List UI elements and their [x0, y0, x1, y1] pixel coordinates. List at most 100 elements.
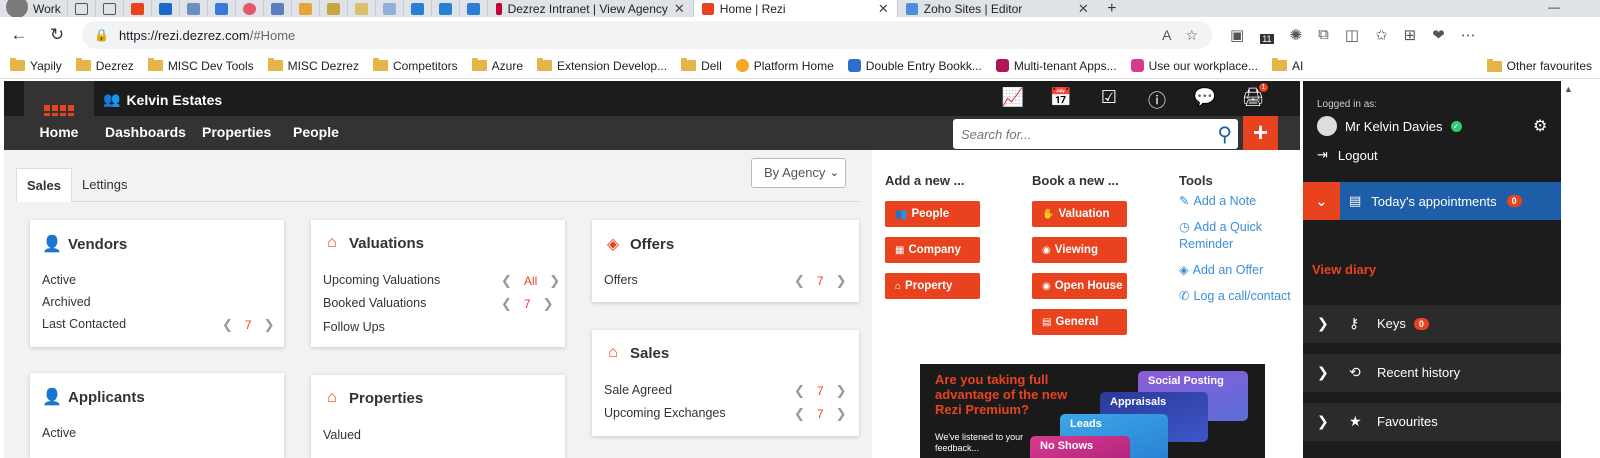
pinned-tab-13[interactable] [458, 0, 487, 17]
new-tab-button[interactable]: + [1097, 0, 1127, 17]
add-people-button[interactable]: 👥 People [885, 201, 980, 227]
performance-icon[interactable]: ❤ [1432, 26, 1445, 44]
booked-valuations[interactable]: Booked Valuations [323, 296, 426, 310]
bookmark-competitors[interactable]: Competitors [372, 58, 458, 73]
bookmark-use-our-workplace[interactable]: Use our workplace... [1130, 59, 1258, 73]
chevron-right-icon[interactable]: ❯ [549, 273, 560, 289]
offers-count[interactable]: 7 [817, 274, 824, 288]
more-icon[interactable]: ⋯ [1461, 26, 1476, 44]
sidebar-item-favourites[interactable]: ❯ ★ Favourites [1303, 403, 1561, 441]
agency-filter-select[interactable]: By Agency ⌄ [751, 158, 846, 188]
tasks-icon[interactable]: ☑ [1096, 87, 1122, 109]
chevron-left-icon[interactable]: ❮ [794, 383, 805, 399]
chevron-left-icon[interactable]: ❮ [794, 406, 805, 422]
pinned-tab-4[interactable] [206, 0, 235, 17]
pinned-tab-5[interactable] [234, 0, 263, 17]
minimize-icon[interactable]: — [1548, 0, 1560, 14]
logout-button[interactable]: ⇥ Logout [1317, 147, 1378, 163]
book-open-house-button[interactable]: ◉ Open House [1032, 273, 1127, 299]
close-icon[interactable]: ✕ [674, 1, 685, 17]
chevron-right-icon[interactable]: ❯ [836, 383, 847, 399]
add-property-button[interactable]: ⌂ Property [885, 273, 980, 299]
follow-ups[interactable]: Follow Ups [323, 320, 385, 334]
tab-lettings[interactable]: Lettings [72, 168, 138, 202]
pinned-tab-9[interactable] [346, 0, 375, 17]
add-company-button[interactable]: ▦ Company [885, 237, 980, 263]
sidebar-item-keys[interactable]: ❯ ⚷ Keys 0 [1303, 305, 1561, 343]
pinned-tab-11[interactable] [402, 0, 431, 17]
pinned-tab-8[interactable] [318, 0, 347, 17]
nav-dashboards[interactable]: Dashboards [105, 116, 186, 150]
close-icon[interactable]: ✕ [878, 1, 889, 17]
bookmark-double-entry[interactable]: Double Entry Bookk... [847, 59, 982, 73]
chevron-right-icon[interactable]: ❯ [264, 317, 275, 333]
book-viewing-button[interactable]: ◉ Viewing [1032, 237, 1127, 263]
print-icon[interactable]: 🖨 1 [1240, 83, 1268, 109]
upcoming-count[interactable]: All [524, 274, 537, 288]
chevron-left-icon[interactable]: ❮ [501, 296, 512, 312]
chevron-left-icon[interactable]: ❮ [222, 317, 233, 333]
exchanges-count[interactable]: 7 [817, 407, 824, 421]
url-input[interactable]: 🔒 https://rezi.dezrez.com /#Home A ☆ [82, 21, 1212, 49]
calendar-icon[interactable]: 📅 [1048, 87, 1074, 109]
book-valuation-button[interactable]: ✋ Valuation [1032, 201, 1127, 227]
page-scrollbar[interactable]: ▲ [1561, 81, 1600, 458]
reports-icon[interactable]: 📈 [1000, 87, 1026, 109]
extension-badge[interactable]: 11 [1260, 34, 1274, 44]
collections-icon[interactable]: ⊞ [1404, 26, 1417, 44]
gear-extension-icon[interactable]: ✺ [1290, 26, 1303, 44]
favourites-icon[interactable]: ✩ [1375, 26, 1388, 44]
log-call-link[interactable]: ✆ Log a call/contact [1179, 288, 1291, 305]
chevron-right-icon[interactable]: ❯ [836, 406, 847, 422]
bookmark-extension-develop[interactable]: Extension Develop... [537, 58, 667, 73]
pinned-tab-1[interactable] [122, 0, 151, 17]
profile-button[interactable]: Work [0, 0, 67, 17]
bookmark-dezrez[interactable]: Dezrez [75, 58, 134, 73]
close-icon[interactable]: ✕ [1078, 1, 1089, 17]
chevron-left-icon[interactable]: ❮ [501, 273, 512, 289]
workspaces-tab[interactable] [66, 0, 95, 17]
bookmark-platform-home[interactable]: Platform Home [735, 59, 834, 73]
add-offer-link[interactable]: ◈ Add an Offer [1179, 262, 1263, 279]
premium-promo-banner[interactable]: Are you taking full advantage of the new… [920, 364, 1265, 458]
last-contacted-count[interactable]: 7 [245, 318, 252, 332]
extension-icon[interactable]: ▣ [1230, 26, 1244, 44]
tab-actions[interactable] [94, 0, 123, 17]
pinned-tab-6[interactable] [262, 0, 291, 17]
todays-appointments[interactable]: ▤ Today's appointments 0 [1349, 193, 1522, 209]
pinned-tab-3[interactable] [178, 0, 207, 17]
refresh-button[interactable]: ↻ [38, 25, 76, 45]
chat-icon[interactable]: 💬 [1192, 87, 1218, 109]
view-diary-link[interactable]: View diary [1312, 262, 1376, 277]
applicants-active[interactable]: Active [42, 426, 76, 440]
favourite-star-icon[interactable]: ☆ [1185, 27, 1198, 44]
add-reminder-link[interactable]: ◷ Add a Quick Reminder [1179, 219, 1279, 253]
add-new-button[interactable]: + [1243, 116, 1278, 150]
pinned-tab-12[interactable] [430, 0, 459, 17]
search-input[interactable] [961, 126, 1211, 142]
nav-properties[interactable]: Properties [202, 116, 271, 150]
bookmark-ai[interactable]: AI [1271, 58, 1303, 73]
other-favourites[interactable]: Other favourites [1486, 53, 1592, 79]
sale-agreed-count[interactable]: 7 [817, 384, 824, 398]
chevron-down-icon[interactable]: ⌄ [1303, 182, 1340, 220]
bookmark-misc-dev-tools[interactable]: MISC Dev Tools [147, 58, 254, 73]
back-button[interactable]: ← [0, 25, 38, 45]
puzzle-icon[interactable]: ⧉ [1318, 26, 1329, 44]
brand[interactable]: 👥 Kelvin Estates [103, 91, 222, 108]
pinned-tab-10[interactable] [374, 0, 403, 17]
bookmark-multi-tenant[interactable]: Multi-tenant Apps... [995, 59, 1117, 73]
search-icon[interactable]: ⚲ [1217, 122, 1232, 147]
chevron-right-icon[interactable]: ❯ [543, 296, 554, 312]
upcoming-exchanges[interactable]: Upcoming Exchanges [604, 406, 726, 420]
vendors-active[interactable]: Active [42, 273, 76, 287]
tab-zoho-sites[interactable]: Zoho Sites | Editor ✕ [896, 0, 1097, 17]
user-row[interactable]: Mr Kelvin Davies ✓ [1317, 116, 1462, 136]
scroll-up-icon[interactable]: ▲ [1564, 84, 1573, 94]
bookmark-yapily[interactable]: Yapily [10, 58, 62, 73]
sale-agreed[interactable]: Sale Agreed [604, 383, 672, 397]
properties-valued[interactable]: Valued [323, 428, 361, 442]
bookmark-misc-dezrez[interactable]: MISC Dezrez [267, 58, 359, 73]
gear-icon[interactable]: ⚙ [1533, 116, 1547, 136]
nav-home[interactable]: Home [24, 116, 94, 156]
